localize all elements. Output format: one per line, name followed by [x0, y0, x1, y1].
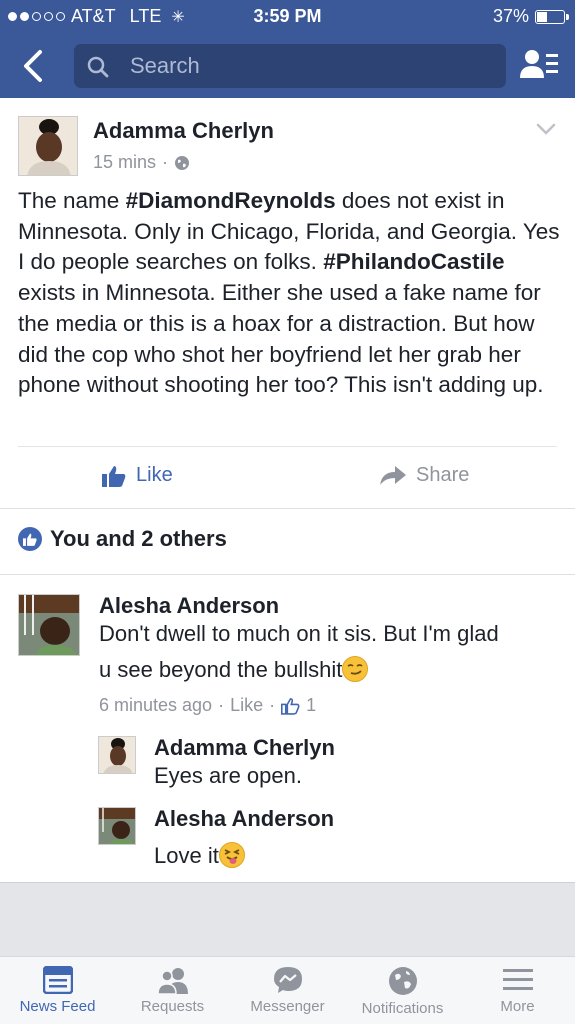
reply-avatar[interactable]	[98, 807, 136, 845]
reply-text: Eyes are open.	[154, 763, 302, 788]
tab-notifications[interactable]: Notifications	[345, 957, 460, 1024]
likes-summary[interactable]: You and 2 others	[18, 526, 227, 552]
globe-privacy-icon	[175, 155, 190, 170]
search-bar[interactable]	[74, 44, 506, 88]
comment-like-button[interactable]: Like	[230, 695, 263, 716]
divider	[0, 574, 575, 575]
meta-separator: ·	[162, 152, 169, 172]
comment-like-count: 1	[306, 695, 317, 715]
hashtag-link[interactable]: #DiamondReynolds	[126, 188, 336, 213]
tab-messenger[interactable]: Messenger	[230, 957, 345, 1024]
divider	[0, 508, 575, 509]
comment-text-line: u see beyond the bullshit	[99, 657, 343, 682]
reply-author[interactable]: Alesha Anderson	[154, 806, 334, 832]
tab-more[interactable]: More	[460, 957, 575, 1024]
back-chevron-icon[interactable]	[18, 48, 48, 84]
likes-summary-text: You and 2 others	[50, 526, 227, 551]
post-author[interactable]: Adamma Cherlyn	[93, 118, 274, 144]
tab-requests[interactable]: Requests	[115, 957, 230, 1024]
search-icon	[87, 56, 109, 78]
tab-bar: News Feed Requests Messenger Notificatio…	[0, 956, 575, 1024]
share-arrow-icon	[380, 465, 406, 485]
thumbs-up-icon	[102, 465, 126, 487]
menu-icon	[502, 969, 533, 990]
tab-label: Messenger	[250, 998, 325, 1015]
post-text-part: The name	[18, 188, 126, 213]
post-time[interactable]: 15 mins	[93, 152, 156, 173]
divider	[18, 446, 557, 447]
share-label: Share	[416, 464, 470, 486]
post-text: The name #DiamondReynolds does not exist…	[18, 186, 563, 401]
status-time: 3:59 PM	[253, 6, 322, 26]
author-avatar[interactable]	[18, 116, 78, 176]
search-input[interactable]	[130, 44, 490, 88]
feed-background	[0, 882, 575, 956]
tab-news-feed[interactable]: News Feed	[0, 957, 115, 1024]
like-label: Like	[136, 464, 173, 486]
like-badge-icon	[18, 527, 42, 551]
hashtag-link[interactable]: #PhilandoCastile	[323, 249, 504, 274]
meta-separator: ·	[218, 695, 225, 715]
reply-avatar[interactable]	[98, 736, 136, 774]
tongue-emoji-icon	[218, 842, 245, 868]
meta-separator: ·	[269, 695, 276, 715]
friends-list-icon[interactable]	[520, 48, 558, 82]
tab-label: More	[500, 998, 535, 1015]
share-button[interactable]: Share	[380, 464, 469, 487]
news-feed-icon	[42, 966, 73, 994]
post-text-part: exists in Minnesota. Either she used a f…	[18, 280, 544, 398]
battery-percent: 37%	[492, 6, 529, 26]
status-bar: AT&T LTE ✳ 3:59 PM 37%	[0, 0, 575, 34]
comment-meta: 6 minutes ago · Like · 1	[99, 695, 316, 716]
thumbs-up-outline-icon	[281, 697, 300, 715]
post-options-chevron-icon[interactable]	[536, 122, 556, 136]
like-button[interactable]: Like	[102, 464, 173, 487]
commenter-avatar[interactable]	[18, 594, 80, 656]
comment-text: Don't dwell to much on it sis. But I'm g…	[99, 616, 499, 688]
smirk-emoji-icon	[342, 656, 369, 682]
messenger-icon	[273, 967, 302, 993]
tab-label: News Feed	[19, 998, 96, 1015]
reply-text-content: Love it	[154, 843, 219, 868]
tab-label: Notifications	[361, 1000, 444, 1017]
top-bar: AT&T LTE ✳ 3:59 PM 37%	[0, 0, 575, 98]
globe-icon	[388, 967, 417, 995]
comment-time: 6 minutes ago	[99, 695, 213, 715]
comment-text-line: Don't dwell to much on it sis. But I'm g…	[99, 621, 499, 646]
tab-label: Requests	[140, 998, 205, 1015]
requests-icon	[156, 968, 188, 994]
post-meta: 15 mins ·	[93, 152, 190, 173]
battery-icon	[535, 9, 569, 24]
reply-text: Love it	[154, 838, 245, 874]
